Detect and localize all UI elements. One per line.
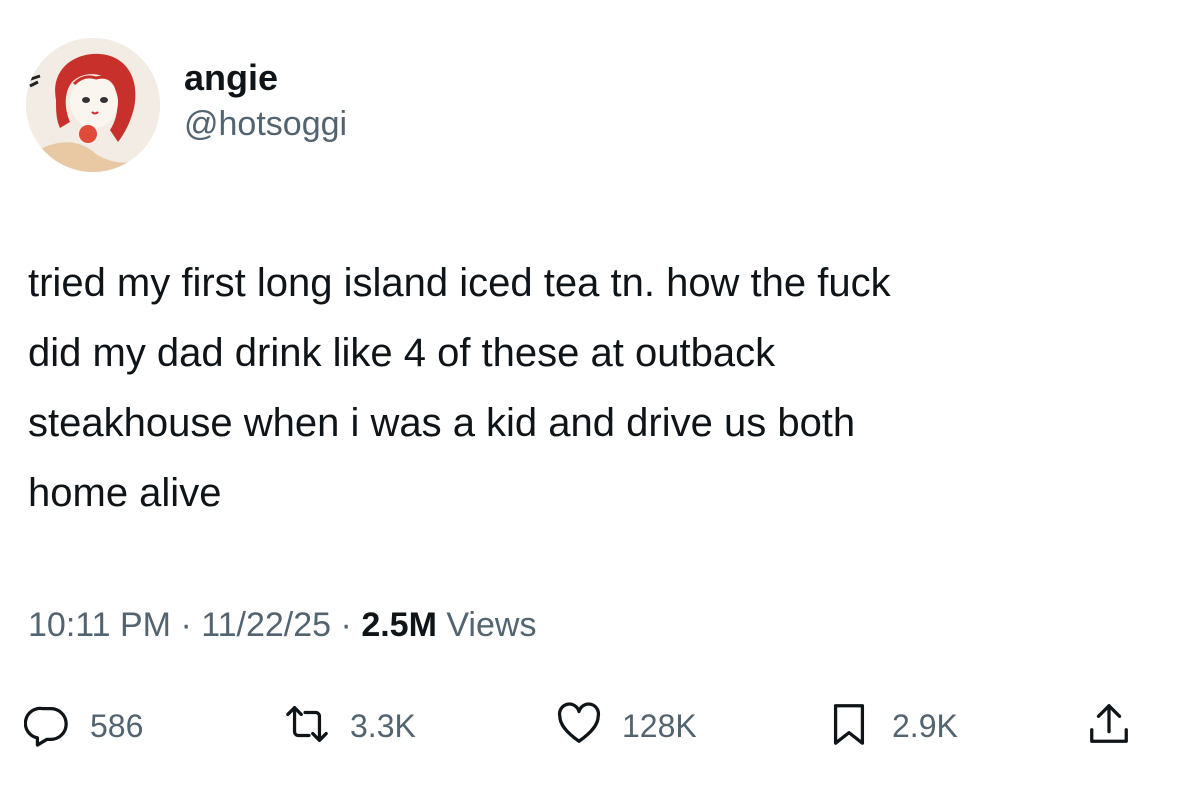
reply-count: 586 — [90, 707, 144, 744]
repost-count: 3.3K — [350, 707, 416, 744]
meta-separator: · — [340, 606, 352, 644]
tweet-text: tried my first long island iced tea tn. … — [28, 261, 891, 515]
views-count: 2.5M — [361, 606, 437, 644]
avatar[interactable] — [26, 38, 160, 172]
views-label: Views — [446, 606, 537, 644]
share-button[interactable] — [1086, 700, 1132, 752]
author-block: angie @hotsoggi — [184, 58, 347, 144]
like-icon — [556, 701, 602, 752]
repost-button[interactable]: 3.3K — [284, 700, 416, 752]
reply-button[interactable]: 586 — [23, 700, 144, 752]
bookmark-icon — [826, 701, 872, 752]
avatar-illustration — [26, 38, 160, 172]
share-icon — [1086, 701, 1132, 752]
tweet-meta: 10:11 PM · 11/22/25 · 2.5M Views — [28, 603, 536, 647]
repost-icon — [284, 701, 330, 752]
bookmark-count: 2.9K — [892, 707, 958, 744]
author-display-name[interactable]: angie — [184, 58, 347, 98]
meta-separator: · — [180, 606, 192, 644]
like-button[interactable]: 128K — [556, 700, 697, 752]
author-handle[interactable]: @hotsoggi — [184, 104, 347, 144]
tweet-time[interactable]: 10:11 PM — [28, 606, 171, 644]
action-bar: 586 3.3K 128K 2.9K — [0, 700, 1179, 752]
like-count: 128K — [622, 707, 697, 744]
tweet-date[interactable]: 11/22/25 — [201, 606, 331, 644]
bookmark-button[interactable]: 2.9K — [826, 700, 958, 752]
reply-icon — [23, 701, 70, 752]
